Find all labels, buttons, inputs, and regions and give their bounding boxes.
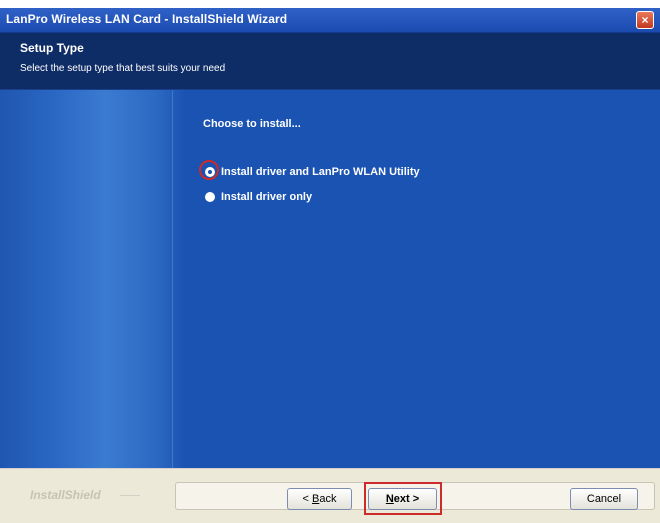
page-title: Setup Type [20, 41, 84, 55]
back-button[interactable]: < Back [287, 488, 352, 510]
window-title: LanPro Wireless LAN Card - InstallShield… [6, 12, 288, 26]
radio-selected-icon[interactable] [205, 167, 215, 177]
radio-unselected-icon[interactable] [205, 192, 215, 202]
wizard-content: Choose to install... Install driver and … [0, 90, 660, 468]
close-button[interactable]: × [636, 11, 654, 29]
next-rest: ext > [393, 493, 420, 505]
installshield-brand: InstallShield [30, 488, 101, 502]
next-hotkey: N [385, 493, 394, 505]
wizard-header: Setup Type Select the setup type that be… [0, 33, 660, 90]
wizard-footer: InstallShield < Back Next > Cancel [0, 468, 660, 523]
option-driver-and-utility[interactable]: Install driver and LanPro WLAN Utility [205, 166, 420, 178]
back-prefix: < [302, 493, 312, 505]
install-prompt: Choose to install... [203, 118, 301, 130]
top-gap [268, 0, 660, 8]
next-button[interactable]: Next > [368, 488, 437, 510]
title-bar[interactable]: LanPro Wireless LAN Card - InstallShield… [0, 8, 660, 33]
brand-line [120, 495, 140, 496]
footer-divider [0, 468, 660, 469]
back-rest: ack [319, 493, 337, 505]
option-label: Install driver and LanPro WLAN Utility [221, 166, 420, 178]
cancel-button[interactable]: Cancel [570, 488, 638, 510]
option-driver-only[interactable]: Install driver only [205, 191, 312, 203]
close-icon: × [641, 13, 649, 27]
option-label: Install driver only [221, 191, 313, 203]
content-divider [172, 90, 173, 468]
page-subtitle: Select the setup type that best suits yo… [20, 63, 226, 74]
